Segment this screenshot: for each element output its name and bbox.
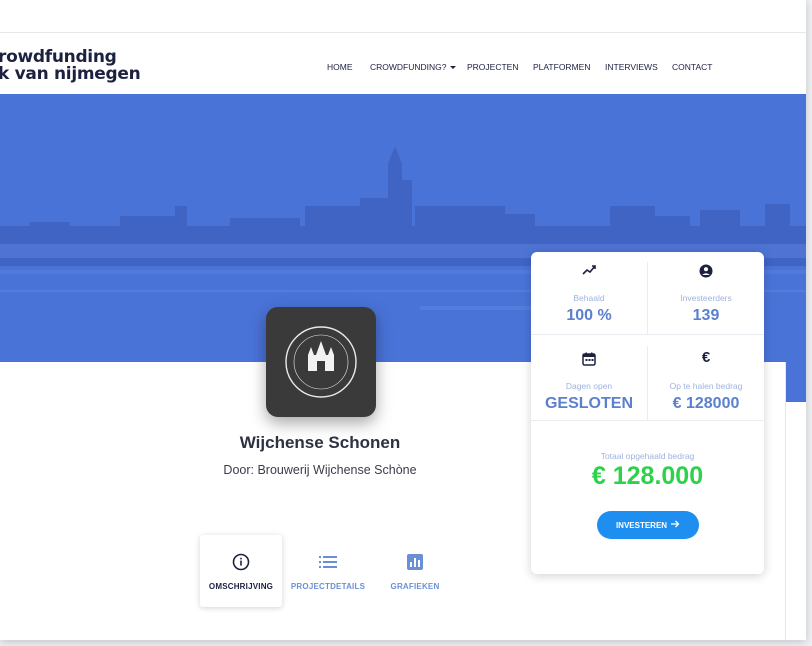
page: rowdfunding k van nijmegen HOME CROWDFUN…: [0, 0, 806, 640]
stat-op-te-halen: € Op te halen bedrag € 128000: [648, 340, 764, 424]
nav-home[interactable]: HOME: [327, 62, 353, 72]
nav-crowdfunding[interactable]: CROWDFUNDING?: [370, 62, 456, 72]
invest-button[interactable]: INVESTEREN: [597, 511, 699, 539]
brewery-badge-icon: [285, 326, 357, 398]
nav-platformen[interactable]: PLATFORMEN: [533, 62, 590, 72]
site-logo[interactable]: rowdfunding k van nijmegen: [0, 49, 141, 84]
arrow-right-icon: [671, 520, 680, 530]
stat-value: € 128000: [672, 395, 740, 412]
chevron-down-icon: [449, 66, 456, 70]
project-logo: [266, 307, 376, 417]
content-edge: [764, 362, 786, 640]
tab-label: GRAFIEKEN: [390, 581, 440, 591]
invest-button-label: INVESTEREN: [615, 520, 668, 530]
info-circle-icon: [232, 552, 250, 572]
nav-interviews[interactable]: INTERVIEWS: [605, 62, 658, 72]
tab-omschrijving[interactable]: OMSCHRIJVING: [200, 535, 282, 607]
stat-label: Behaald: [573, 293, 605, 303]
tab-label: PROJECTDETAILS: [290, 581, 366, 591]
total-label: Totaal opgehaald bedrag: [600, 451, 695, 461]
trending-up-icon: [531, 264, 647, 276]
user-circle-icon: [648, 264, 764, 278]
total-value: € 128.000: [591, 462, 704, 490]
stat-value: GESLOTEN: [544, 395, 633, 412]
project-owner: Door: Brouwerij Wijchense Schòne: [223, 463, 417, 477]
nav-contact[interactable]: CONTACT: [672, 62, 712, 72]
stat-label: Investeerders: [680, 293, 732, 303]
site-header: rowdfunding k van nijmegen HOME CROWDFUN…: [0, 33, 806, 94]
stat-value: 139: [692, 307, 720, 324]
hero-edge: [786, 362, 806, 402]
tab-grafieken[interactable]: GRAFIEKEN: [374, 535, 456, 607]
stat-label: Op te halen bedrag: [669, 381, 743, 391]
stat-label: Dagen open: [565, 381, 613, 391]
euro-icon: €: [701, 349, 711, 366]
tab-projectdetails[interactable]: PROJECTDETAILS: [282, 535, 374, 607]
nav-projecten[interactable]: PROJECTEN: [467, 62, 518, 72]
browser-top-strip: [0, 0, 806, 33]
list-icon: [319, 552, 337, 572]
stat-dagen-open: Dagen open GESLOTEN: [531, 340, 647, 424]
tab-label: OMSCHRIJVING: [208, 581, 274, 591]
stat-investeerders: Investeerders 139: [648, 252, 764, 336]
bar-chart-icon: [407, 552, 423, 572]
project-title: Wijchense Schonen: [239, 433, 401, 452]
logo-line-2: k van nijmegen: [0, 64, 141, 84]
project-tabs: OMSCHRIJVING PROJECTDETAILS GRAFIEKEN: [200, 535, 456, 607]
calendar-icon: [531, 352, 647, 366]
stats-card: Behaald 100 % Investeerders 139 Dagen op…: [531, 252, 764, 574]
stat-value: 100 %: [566, 307, 612, 324]
stat-behaald: Behaald 100 %: [531, 252, 647, 336]
nav-crowdfunding-label: CROWDFUNDING?: [370, 62, 447, 72]
